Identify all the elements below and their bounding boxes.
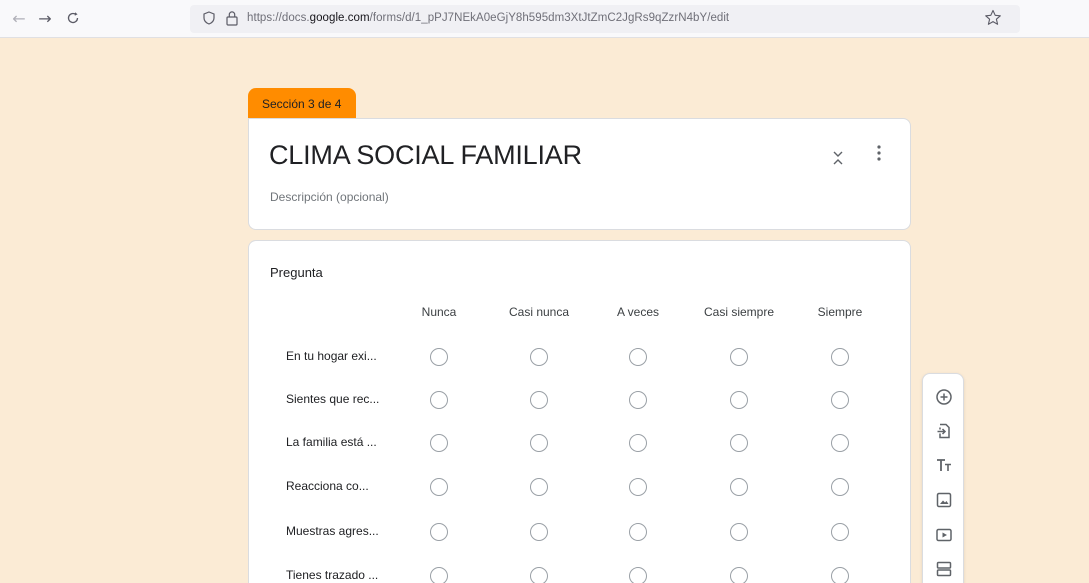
back-icon[interactable]: ← (8, 7, 30, 29)
grid-radio-button[interactable] (629, 434, 647, 452)
reload-icon[interactable] (62, 7, 84, 29)
grid-radio-button[interactable] (530, 567, 548, 583)
grid-radio-button[interactable] (730, 348, 748, 366)
grid-radio-button[interactable] (629, 391, 647, 409)
grid-radio-button[interactable] (530, 523, 548, 541)
grid-radio-button[interactable] (530, 348, 548, 366)
grid-radio-button[interactable] (730, 523, 748, 541)
add-question-icon[interactable] (933, 386, 955, 408)
question-title[interactable]: Pregunta (270, 265, 323, 280)
section-header-card[interactable]: CLIMA SOCIAL FAMILIAR Descripción (opcio… (248, 118, 911, 230)
grid-radio-button[interactable] (530, 391, 548, 409)
add-section-icon[interactable] (933, 558, 955, 580)
import-questions-icon[interactable] (933, 420, 955, 442)
grid-radio-button[interactable] (730, 391, 748, 409)
row-label: La familia está ... (286, 435, 377, 449)
browser-toolbar: ← → https://docs.google.com/forms/d/1_pP… (0, 0, 1089, 38)
grid-radio-button[interactable] (430, 391, 448, 409)
grid-radio-button[interactable] (831, 391, 849, 409)
row-label: Sientes que rec... (286, 392, 380, 406)
add-image-icon[interactable] (933, 489, 955, 511)
grid-radio-button[interactable] (430, 434, 448, 452)
more-options-icon[interactable] (874, 143, 884, 163)
grid-radio-button[interactable] (831, 434, 849, 452)
side-toolbar (922, 373, 964, 583)
grid-radio-button[interactable] (430, 348, 448, 366)
grid-radio-button[interactable] (430, 567, 448, 583)
add-video-icon[interactable] (933, 524, 955, 546)
grid-radio-button[interactable] (629, 523, 647, 541)
grid-radio-button[interactable] (831, 348, 849, 366)
column-header: Nunca (421, 305, 457, 319)
section-description-field[interactable]: Descripción (opcional) (270, 190, 389, 204)
grid-radio-button[interactable] (530, 434, 548, 452)
lock-icon[interactable] (225, 10, 239, 26)
grid-radio-button[interactable] (730, 478, 748, 496)
row-label: En tu hogar exi... (286, 349, 377, 363)
grid-radio-button[interactable] (430, 523, 448, 541)
row-label: Reacciona co... (286, 479, 369, 493)
grid-radio-button[interactable] (430, 478, 448, 496)
add-title-icon[interactable] (933, 454, 955, 476)
grid-radio-button[interactable] (730, 567, 748, 583)
grid-radio-button[interactable] (629, 478, 647, 496)
url-text[interactable]: https://docs.google.com/forms/d/1_pPJ7NE… (247, 12, 729, 24)
grid-radio-button[interactable] (530, 478, 548, 496)
star-icon[interactable] (983, 8, 1003, 28)
column-header: Siempre (817, 305, 863, 319)
column-header: A veces (616, 305, 660, 319)
forward-icon[interactable]: → (34, 7, 56, 29)
grid-question-card[interactable]: Pregunta Nunca Casi nunca A veces Casi s… (248, 240, 911, 583)
grid-radio-button[interactable] (629, 567, 647, 583)
grid-radio-button[interactable] (730, 434, 748, 452)
grid-radio-button[interactable] (831, 478, 849, 496)
column-header: Casi siempre (703, 305, 775, 319)
section-tag: Sección 3 de 4 (248, 88, 356, 120)
grid-radio-button[interactable] (831, 523, 849, 541)
collapse-icon[interactable] (831, 149, 845, 167)
grid-radio-button[interactable] (831, 567, 849, 583)
column-header: Casi nunca (508, 305, 570, 319)
shield-icon[interactable] (202, 11, 216, 25)
row-label: Tienes trazado ... (286, 568, 379, 582)
section-title[interactable]: CLIMA SOCIAL FAMILIAR (269, 140, 582, 171)
grid-radio-button[interactable] (629, 348, 647, 366)
row-label: Muestras agres... (286, 524, 379, 538)
